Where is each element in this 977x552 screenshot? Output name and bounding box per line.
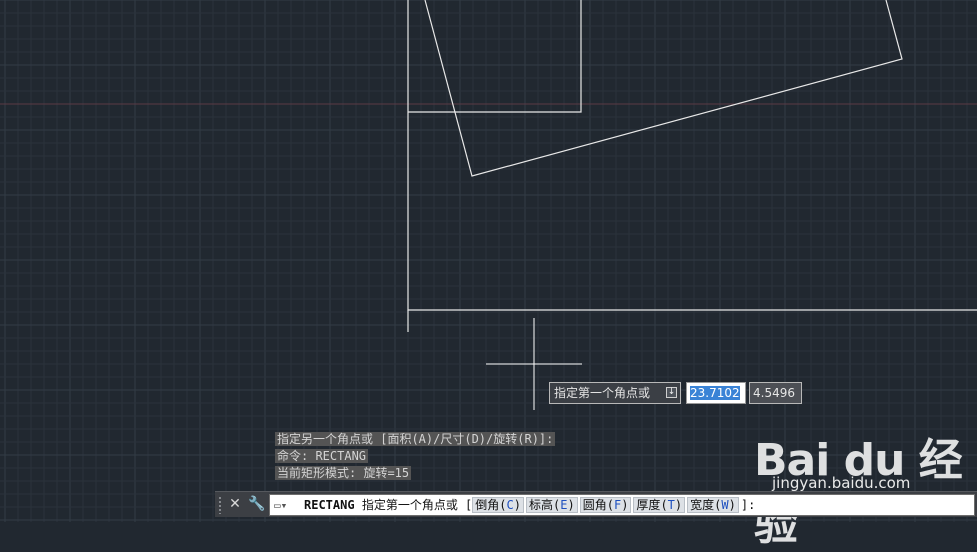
command-suffix: ]: <box>740 498 756 512</box>
option-thickness[interactable]: 厚度(T) <box>633 497 686 513</box>
command-prompt: 指定第一个角点或 [ <box>361 498 473 512</box>
command-history: 指定另一个角点或 [面积(A)/尺寸(D)/旋转(R)]: 命令: RECTAN… <box>275 432 556 483</box>
border-rectangle <box>407 0 977 311</box>
y-coordinate-value: 4.5496 <box>753 386 795 400</box>
baidu-watermark: Bai du 经验 jingyan.baidu.com <box>748 410 977 550</box>
history-line: 指定另一个角点或 [面积(A)/尺寸(D)/旋转(R)]: <box>275 432 556 446</box>
dynamic-input-prompt: 指定第一个角点或 ↓ <box>549 382 681 404</box>
history-line: 命令: RECTANG <box>275 449 369 463</box>
x-coordinate-value: 23.7102 <box>690 386 740 400</box>
wrench-icon[interactable]: 🔧 <box>248 495 266 513</box>
option-chamfer[interactable]: 倒角(C) <box>472 497 524 513</box>
command-line-bar: ✕ 🔧 ▭▾ RECTANG 指定第一个角点或 [倒角(C) 标高(E) 圆角(F) 厚… <box>215 491 977 517</box>
x-coordinate-input[interactable]: 23.7102 <box>686 382 746 404</box>
drag-grip-handle[interactable] <box>218 496 222 514</box>
geometry <box>407 0 977 332</box>
options-down-arrow-icon[interactable]: ↓ <box>666 387 677 398</box>
history-line: 当前矩形模式: 旋转=15 <box>275 466 412 480</box>
watermark-url: jingyan.baidu.com <box>772 474 911 492</box>
command-input[interactable]: ▭▾ RECTANG 指定第一个角点或 [倒角(C) 标高(E) 圆角(F) 厚度(T)… <box>269 494 975 516</box>
command-name: RECTANG <box>304 498 355 512</box>
y-coordinate-input[interactable]: 4.5496 <box>749 382 802 404</box>
option-elevation[interactable]: 标高(E) <box>525 497 578 513</box>
option-fillet[interactable]: 圆角(F) <box>579 497 632 513</box>
close-icon[interactable]: ✕ <box>226 495 244 513</box>
prompt-dropdown-icon[interactable]: ▭▾ <box>270 496 304 515</box>
option-width[interactable]: 宽度(W) <box>687 497 739 513</box>
dynamic-input-prompt-text: 指定第一个角点或 <box>554 386 651 400</box>
